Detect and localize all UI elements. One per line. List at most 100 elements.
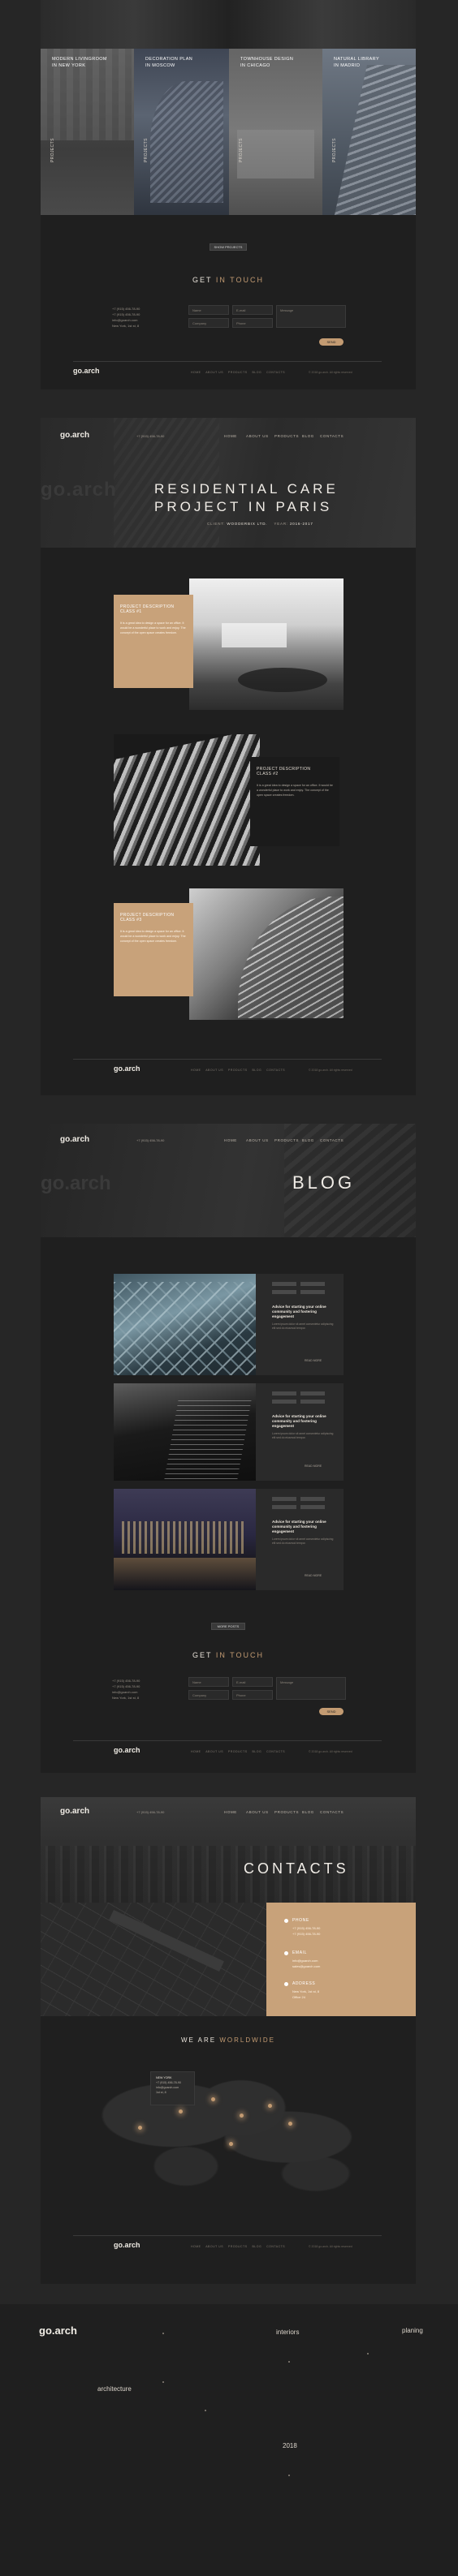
footer-logo[interactable]: go.arch — [73, 367, 100, 375]
nav-contacts[interactable]: CONTACTS — [320, 1138, 344, 1142]
footer-link[interactable]: BLOG — [252, 1069, 261, 1072]
nav-home[interactable]: HOME — [224, 434, 237, 438]
post-tag — [272, 1391, 296, 1396]
name-field[interactable]: Name — [188, 1677, 229, 1687]
client-label: CLIENT: — [207, 522, 226, 526]
footer-link[interactable]: CONTACTS — [266, 1069, 285, 1072]
brand-dot — [288, 2361, 290, 2363]
info-line: info@goarch.com — [112, 318, 138, 322]
location-marker[interactable] — [211, 2097, 215, 2101]
footer-link[interactable]: ABOUT US — [205, 1069, 223, 1072]
nav-contacts[interactable]: CONTACTS — [320, 434, 344, 438]
phone-field[interactable]: Phone — [232, 318, 273, 328]
info-line: +7 (915) 456-78-90 — [112, 1684, 140, 1688]
nav-logo[interactable]: go.arch — [60, 431, 89, 440]
nav-home[interactable]: HOME — [224, 1810, 237, 1814]
footer-link[interactable]: ABOUT US — [205, 371, 223, 374]
post-tag — [300, 1400, 325, 1404]
project-tile-3[interactable]: TOWNHOUSE DESIGN IN CHICAGO PROJECTS — [229, 49, 322, 215]
footer-link[interactable]: PRODUCTS — [228, 371, 248, 374]
send-button[interactable]: SEND — [319, 338, 344, 346]
footer-link[interactable]: BLOG — [252, 371, 261, 374]
footer-divider — [73, 1059, 382, 1060]
email-field[interactable]: E-mail — [232, 305, 273, 315]
location-marker[interactable] — [229, 2142, 233, 2146]
footer-link[interactable]: BLOG — [252, 1750, 261, 1753]
post-title[interactable]: Advice for starting your online communit… — [272, 1305, 335, 1319]
project-image-1 — [189, 578, 344, 710]
footer-link[interactable]: HOME — [191, 1069, 201, 1072]
footer-link[interactable]: HOME — [191, 371, 201, 374]
nav-products[interactable]: PRODUCTS — [274, 1138, 299, 1142]
post-title[interactable]: Advice for starting your online communit… — [272, 1520, 335, 1534]
footer-link[interactable]: PRODUCTS — [228, 2245, 248, 2248]
footer-link[interactable]: ABOUT US — [205, 1750, 223, 1753]
nav-products[interactable]: PRODUCTS — [274, 434, 299, 438]
nav-blog[interactable]: BLOG — [302, 434, 314, 438]
email-field[interactable]: E-mail — [232, 1677, 273, 1687]
world-map — [89, 2057, 365, 2203]
footer-link[interactable]: CONTACTS — [266, 371, 285, 374]
blog-post-image-2 — [114, 1383, 256, 1481]
contacts-map[interactable] — [41, 1903, 266, 2016]
footer-link[interactable]: CONTACTS — [266, 1750, 285, 1753]
location-marker[interactable] — [138, 2126, 142, 2130]
footer-logo[interactable]: go.arch — [114, 1746, 140, 1754]
show-projects-button[interactable]: SHOW PROJECTS — [210, 243, 247, 251]
nav-products[interactable]: PRODUCTS — [274, 1810, 299, 1814]
project-tile-4[interactable]: NATURAL LIBRARY IN MADRID PROJECTS — [322, 49, 416, 215]
location-marker[interactable] — [288, 2122, 292, 2126]
phone-line: +7 (915) 456-78-90 — [292, 1926, 321, 1930]
nav-blog[interactable]: BLOG — [302, 1810, 314, 1814]
footer-logo[interactable]: go.arch — [114, 2241, 140, 2249]
footer-link[interactable]: BLOG — [252, 2245, 261, 2248]
email-line[interactable]: info@goarch.com — [292, 1959, 318, 1963]
project-tile-2[interactable]: DECORATION PLAN IN MOSCOW PROJECTS — [134, 49, 229, 215]
more-posts-button[interactable]: MORE POSTS — [211, 1623, 245, 1630]
footer-divider — [73, 361, 382, 362]
location-marker[interactable] — [179, 2109, 183, 2114]
location-marker[interactable] — [268, 2104, 272, 2108]
email-line[interactable]: sales@goarch.com — [292, 1964, 320, 1968]
post-title[interactable]: Advice for starting your online communit… — [272, 1414, 335, 1429]
footer-link[interactable]: ABOUT US — [205, 2245, 223, 2248]
company-field[interactable]: Company — [188, 1690, 229, 1700]
company-field[interactable]: Company — [188, 318, 229, 328]
nav-about[interactable]: ABOUT US — [246, 1138, 269, 1142]
read-more-link[interactable]: READ MORE — [305, 1359, 322, 1362]
message-field[interactable]: Message — [276, 305, 346, 328]
nav-about[interactable]: ABOUT US — [246, 434, 269, 438]
footer-link[interactable]: HOME — [191, 2245, 201, 2248]
footer-link[interactable]: HOME — [191, 1750, 201, 1753]
nav-blog[interactable]: BLOG — [302, 1138, 314, 1142]
blog-post-3[interactable]: Advice for starting your online communit… — [256, 1489, 344, 1590]
blog-post-1[interactable]: Advice for starting your online communit… — [256, 1274, 344, 1375]
project-tile-1[interactable]: MODERN LIVINGROOM IN NEW YORK PROJECTS — [41, 49, 134, 215]
project-title-line1: RESIDENTIAL CARE — [154, 481, 339, 497]
description-card-3: PROJECT DESCRIPTION CLASS #3 It is a gre… — [114, 903, 193, 996]
blog-post-2[interactable]: Advice for starting your online communit… — [256, 1383, 344, 1481]
nav-about[interactable]: ABOUT US — [246, 1810, 269, 1814]
nav-contacts[interactable]: CONTACTS — [320, 1810, 344, 1814]
address-line: New York, 1st st, 8 — [292, 1989, 320, 1993]
read-more-link[interactable]: READ MORE — [305, 1574, 322, 1577]
footer-link[interactable]: PRODUCTS — [228, 1750, 248, 1753]
read-more-link[interactable]: READ MORE — [305, 1464, 322, 1468]
footer-link[interactable]: PRODUCTS — [228, 1069, 248, 1072]
phone-label: PHONE — [292, 1918, 309, 1923]
nav-logo[interactable]: go.arch — [60, 1135, 89, 1144]
post-tag — [300, 1497, 325, 1501]
nav-logo[interactable]: go.arch — [60, 1807, 89, 1816]
nav-home[interactable]: HOME — [224, 1138, 237, 1142]
name-field[interactable]: Name — [188, 305, 229, 315]
project-side-label: PROJECTS — [144, 138, 149, 162]
phone-field[interactable]: Phone — [232, 1690, 273, 1700]
post-tag — [300, 1290, 325, 1294]
footer-logo[interactable]: go.arch — [114, 1064, 140, 1073]
footer-link[interactable]: CONTACTS — [266, 2245, 285, 2248]
send-button[interactable]: SEND — [319, 1708, 344, 1715]
message-field[interactable]: Message — [276, 1677, 346, 1700]
footer-links: HOME ABOUT US PRODUCTS BLOG CONTACTS — [191, 1750, 285, 1753]
brand-word-planing: planing — [402, 2327, 423, 2334]
location-marker[interactable] — [240, 2114, 244, 2118]
